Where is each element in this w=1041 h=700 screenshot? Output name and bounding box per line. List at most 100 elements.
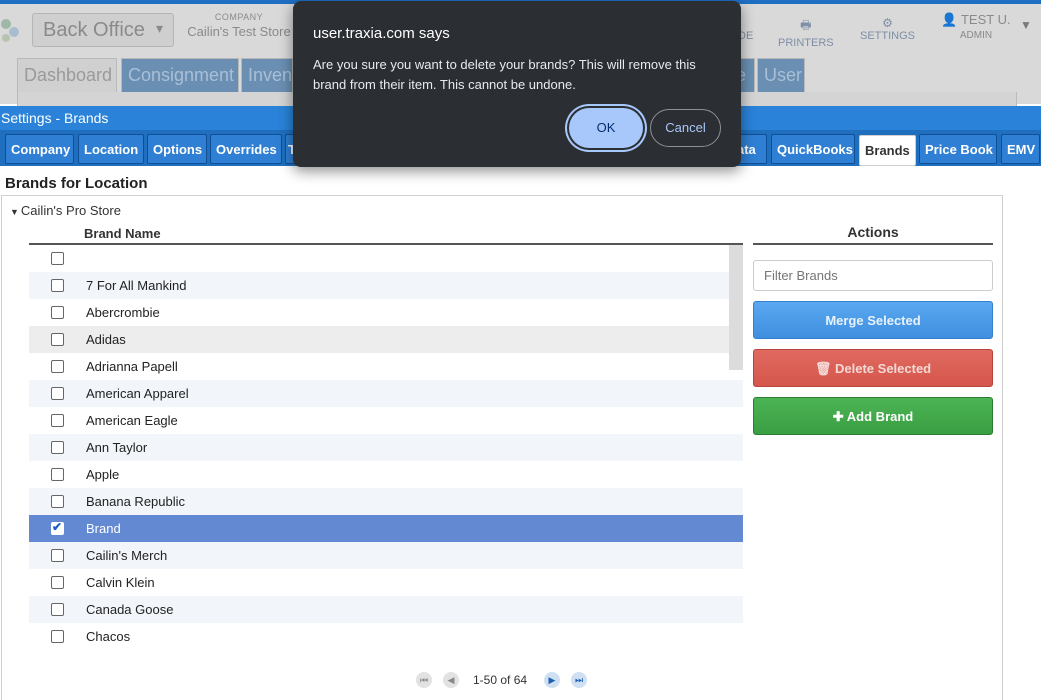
row-checkbox[interactable] — [51, 441, 64, 454]
tab-quickbooks-label: QuickBooks — [777, 142, 853, 157]
tab-brands[interactable]: Brands — [859, 135, 916, 166]
row-checkbox[interactable] — [51, 414, 64, 427]
tab-overrides-label: Overrides — [216, 142, 277, 157]
user-menu[interactable]: 👤 TEST U. ADMIN — [940, 12, 1012, 41]
add-brand-button[interactable]: ✚ Add Brand — [753, 397, 993, 435]
row-checkbox[interactable] — [51, 306, 64, 319]
user-role: ADMIN — [959, 30, 993, 41]
brand-list[interactable]: 7 For All Mankind Abercrombie Adidas Adrian… — [29, 245, 743, 655]
row-checkbox[interactable] — [51, 387, 64, 400]
company-label: COMPANY — [214, 12, 264, 22]
row-checkbox[interactable] — [51, 603, 64, 616]
table-row[interactable]: Adidas — [29, 326, 743, 353]
table-row[interactable]: Abercrombie — [29, 299, 743, 326]
tab-options[interactable]: Options — [147, 134, 207, 164]
brand-name: Chacos — [86, 629, 131, 644]
user-icon: 👤 — [941, 12, 958, 27]
ok-label: OK — [596, 120, 616, 135]
table-row[interactable]: Apple — [29, 461, 743, 488]
plus-icon: ✚ — [832, 409, 844, 424]
table-row[interactable]: American Apparel — [29, 380, 743, 407]
brand-name: Brand — [86, 521, 121, 536]
tab-user[interactable]: User — [757, 58, 805, 92]
dialog-title: user.traxia.com says — [313, 25, 450, 42]
table-row[interactable]: Ann Taylor — [29, 434, 743, 461]
table-row[interactable]: American Eagle — [29, 407, 743, 434]
tab-price-book-label: Price Book — [925, 142, 993, 157]
row-checkbox[interactable] — [51, 495, 64, 508]
row-checkbox[interactable] — [51, 360, 64, 373]
brand-name: Adidas — [86, 332, 126, 347]
tab-overrides[interactable]: Overrides — [210, 134, 282, 164]
cancel-button[interactable]: Cancel — [650, 109, 721, 147]
tab-price-book[interactable]: Price Book — [919, 134, 997, 164]
tab-location[interactable]: Location — [78, 134, 144, 164]
brand-name: Cailin's Merch — [86, 548, 168, 563]
table-row[interactable] — [29, 245, 743, 272]
checkmark-icon: ✔ — [52, 520, 63, 534]
table-row[interactable]: Canada Goose — [29, 596, 743, 623]
table-row[interactable]: Chacos — [29, 623, 743, 650]
settings-label: SETTINGS — [860, 30, 916, 42]
tab-company[interactable]: Company — [5, 134, 74, 164]
brand-name: Adrianna Papell — [86, 359, 178, 374]
printers-button[interactable]: 🖶 PRINTERS — [778, 16, 834, 49]
delete-selected-button[interactable]: 🗑 Delete Selected — [753, 349, 993, 387]
brand-name: 7 For All Mankind — [86, 278, 187, 293]
last-page-icon[interactable]: ⏭ — [571, 672, 587, 688]
list-scrollbar[interactable] — [729, 245, 743, 370]
tab-dashboard[interactable]: Dashboard — [17, 58, 117, 92]
row-checkbox[interactable]: ✔ — [51, 520, 64, 535]
tab-dashboard-label: Dashboard — [24, 65, 113, 85]
chevron-down-icon[interactable]: ▼ — [1020, 18, 1032, 32]
tab-inventory-label: Inven — [248, 65, 293, 85]
tab-quickbooks[interactable]: QuickBooks — [771, 134, 855, 164]
actions-header: Actions — [753, 224, 993, 245]
brands-panel: ▼ Cailin's Pro Store Brand Name 7 For All… — [1, 195, 1003, 700]
brand-name-column-header[interactable]: Brand Name — [29, 224, 743, 245]
row-checkbox[interactable] — [51, 333, 64, 346]
row-checkbox[interactable] — [51, 576, 64, 589]
tab-consignment[interactable]: Consignment — [121, 58, 239, 92]
company-selector[interactable]: COMPANY Cailin's Test Store — [184, 12, 294, 39]
next-page-icon[interactable]: ▶ — [544, 672, 560, 688]
chevron-down-icon: ▾ — [155, 20, 163, 36]
merge-selected-button[interactable]: Merge Selected — [753, 301, 993, 339]
brand-name: American Eagle — [86, 413, 178, 428]
company-value: Cailin's Test Store — [187, 24, 291, 39]
printer-icon: 🖶 — [800, 18, 812, 32]
row-checkbox[interactable] — [51, 279, 64, 292]
tab-user-label: User — [764, 65, 803, 85]
row-checkbox[interactable] — [51, 252, 64, 265]
app-logo-icon — [1, 19, 19, 42]
table-row[interactable]: Adrianna Papell — [29, 353, 743, 380]
row-checkbox[interactable] — [51, 549, 64, 562]
confirm-dialog: user.traxia.com says Are you sure you wa… — [293, 1, 741, 167]
printers-label: PRINTERS — [778, 37, 834, 49]
brand-name-header-label: Brand Name — [84, 226, 161, 241]
table-row[interactable]: 7 For All Mankind — [29, 272, 743, 299]
table-row[interactable]: Cailin's Merch — [29, 542, 743, 569]
row-checkbox[interactable] — [51, 468, 64, 481]
office-select-value: Back Office — [43, 19, 145, 41]
prev-page-icon[interactable]: ◀ — [443, 672, 459, 688]
gear-icon: ⚙ — [882, 16, 893, 30]
table-row[interactable]: Banana Republic — [29, 488, 743, 515]
row-checkbox[interactable] — [51, 630, 64, 643]
table-row[interactable]: ✔ Brand — [29, 515, 743, 542]
settings-button[interactable]: ⚙ SETTINGS — [860, 16, 915, 42]
dialog-message: Are you sure you want to delete your bra… — [313, 57, 696, 92]
user-name: TEST U. — [960, 12, 1011, 27]
tab-emv[interactable]: EMV — [1001, 134, 1040, 164]
office-select[interactable]: Back Office ▾ — [32, 13, 174, 47]
store-tree-toggle[interactable]: ▼ Cailin's Pro Store — [10, 203, 121, 218]
table-row[interactable]: Calvin Klein — [29, 569, 743, 596]
delete-selected-label: Delete Selected — [835, 361, 932, 376]
merge-selected-label: Merge Selected — [825, 313, 921, 328]
ok-button[interactable]: OK — [569, 108, 643, 148]
first-page-icon[interactable]: ⏮ — [416, 672, 432, 688]
settings-title: Settings - Brands — [1, 110, 109, 126]
filter-brands-input[interactable] — [753, 260, 993, 291]
tab-inventory[interactable]: Inven — [241, 58, 293, 92]
tab-location-label: Location — [84, 142, 139, 157]
